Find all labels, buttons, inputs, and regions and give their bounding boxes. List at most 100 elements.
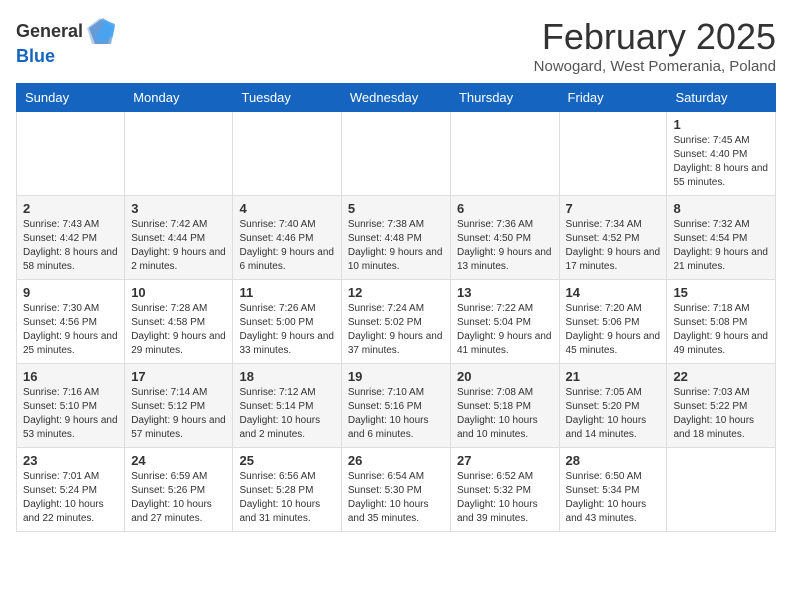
day-info: Sunrise: 7:38 AM Sunset: 4:48 PM Dayligh… <box>348 218 444 274</box>
calendar-table: SundayMondayTuesdayWednesdayThursdayFrid… <box>16 83 776 532</box>
calendar-cell: 27 Sunrise: 6:52 AM Sunset: 5:32 PM Dayli… <box>450 448 559 532</box>
day-info: Sunrise: 7:28 AM Sunset: 4:58 PM Dayligh… <box>131 302 226 358</box>
day-info: Sunrise: 6:52 AM Sunset: 5:32 PM Dayligh… <box>457 470 553 526</box>
col-header-saturday: Saturday <box>667 84 776 112</box>
calendar-cell: 20 Sunrise: 7:08 AM Sunset: 5:18 PM Dayli… <box>450 364 559 448</box>
calendar-cell: 21 Sunrise: 7:05 AM Sunset: 5:20 PM Dayli… <box>559 364 667 448</box>
col-header-tuesday: Tuesday <box>233 84 341 112</box>
day-number: 27 <box>457 453 553 468</box>
calendar-cell <box>233 112 341 196</box>
calendar-cell: 4 Sunrise: 7:40 AM Sunset: 4:46 PM Daylig… <box>233 196 341 280</box>
day-info: Sunrise: 7:43 AM Sunset: 4:42 PM Dayligh… <box>23 218 118 274</box>
day-info: Sunrise: 7:14 AM Sunset: 5:12 PM Dayligh… <box>131 386 226 442</box>
calendar-week-2: 9 Sunrise: 7:30 AM Sunset: 4:56 PM Daylig… <box>17 280 776 364</box>
day-number: 7 <box>566 201 661 216</box>
day-number: 18 <box>239 369 334 384</box>
day-number: 16 <box>23 369 118 384</box>
day-number: 13 <box>457 285 553 300</box>
day-number: 11 <box>239 285 334 300</box>
col-header-sunday: Sunday <box>17 84 125 112</box>
day-number: 24 <box>131 453 226 468</box>
day-number: 17 <box>131 369 226 384</box>
day-info: Sunrise: 7:24 AM Sunset: 5:02 PM Dayligh… <box>348 302 444 358</box>
calendar-cell: 3Sunrise: 7:42 AM Sunset: 4:44 PM Daylig… <box>125 196 233 280</box>
calendar-cell: 9 Sunrise: 7:30 AM Sunset: 4:56 PM Daylig… <box>17 280 125 364</box>
day-info: Sunrise: 6:54 AM Sunset: 5:30 PM Dayligh… <box>348 470 444 526</box>
logo: General Blue <box>16 16 115 67</box>
day-number: 3 <box>131 201 226 216</box>
calendar-cell: 26Sunrise: 6:54 AM Sunset: 5:30 PM Dayli… <box>341 448 450 532</box>
day-info: Sunrise: 7:12 AM Sunset: 5:14 PM Dayligh… <box>239 386 334 442</box>
day-number: 12 <box>348 285 444 300</box>
day-number: 25 <box>239 453 334 468</box>
col-header-wednesday: Wednesday <box>341 84 450 112</box>
day-number: 1 <box>673 117 769 132</box>
calendar-header-row: SundayMondayTuesdayWednesdayThursdayFrid… <box>17 84 776 112</box>
day-info: Sunrise: 7:08 AM Sunset: 5:18 PM Dayligh… <box>457 386 553 442</box>
day-number: 14 <box>566 285 661 300</box>
calendar-cell: 11 Sunrise: 7:26 AM Sunset: 5:00 PM Dayli… <box>233 280 341 364</box>
col-header-friday: Friday <box>559 84 667 112</box>
calendar-cell: 5 Sunrise: 7:38 AM Sunset: 4:48 PM Daylig… <box>341 196 450 280</box>
logo-text-blue: Blue <box>16 46 55 66</box>
day-number: 23 <box>23 453 118 468</box>
day-info: Sunrise: 6:59 AM Sunset: 5:26 PM Dayligh… <box>131 470 226 526</box>
day-info: Sunrise: 7:45 AM Sunset: 4:40 PM Dayligh… <box>673 134 769 190</box>
logo-text-general: General <box>16 21 83 42</box>
day-info: Sunrise: 7:40 AM Sunset: 4:46 PM Dayligh… <box>239 218 334 274</box>
calendar-cell: 18 Sunrise: 7:12 AM Sunset: 5:14 PM Dayli… <box>233 364 341 448</box>
day-info: Sunrise: 7:34 AM Sunset: 4:52 PM Dayligh… <box>566 218 661 274</box>
day-number: 20 <box>457 369 553 384</box>
calendar-cell: 14 Sunrise: 7:20 AM Sunset: 5:06 PM Dayli… <box>559 280 667 364</box>
calendar-cell: 17 Sunrise: 7:14 AM Sunset: 5:12 PM Dayli… <box>125 364 233 448</box>
day-number: 15 <box>673 285 769 300</box>
day-number: 28 <box>566 453 661 468</box>
day-number: 2 <box>23 201 118 216</box>
calendar-week-1: 2 Sunrise: 7:43 AM Sunset: 4:42 PM Daylig… <box>17 196 776 280</box>
day-info: Sunrise: 7:26 AM Sunset: 5:00 PM Dayligh… <box>239 302 334 358</box>
day-number: 5 <box>348 201 444 216</box>
calendar-cell: 8 Sunrise: 7:32 AM Sunset: 4:54 PM Daylig… <box>667 196 776 280</box>
calendar-title: February 2025 <box>534 16 776 58</box>
calendar-cell: 6Sunrise: 7:36 AM Sunset: 4:50 PM Daylig… <box>450 196 559 280</box>
calendar-week-4: 23Sunrise: 7:01 AM Sunset: 5:24 PM Dayli… <box>17 448 776 532</box>
day-info: Sunrise: 7:20 AM Sunset: 5:06 PM Dayligh… <box>566 302 661 358</box>
day-info: Sunrise: 6:50 AM Sunset: 5:34 PM Dayligh… <box>566 470 661 526</box>
logo-icon <box>85 16 115 46</box>
col-header-monday: Monday <box>125 84 233 112</box>
day-number: 19 <box>348 369 444 384</box>
calendar-cell: 22 Sunrise: 7:03 AM Sunset: 5:22 PM Dayli… <box>667 364 776 448</box>
day-number: 8 <box>673 201 769 216</box>
day-info: Sunrise: 7:22 AM Sunset: 5:04 PM Dayligh… <box>457 302 553 358</box>
calendar-cell: 28 Sunrise: 6:50 AM Sunset: 5:34 PM Dayli… <box>559 448 667 532</box>
col-header-thursday: Thursday <box>450 84 559 112</box>
calendar-cell: 24 Sunrise: 6:59 AM Sunset: 5:26 PM Dayli… <box>125 448 233 532</box>
calendar-week-0: 1 Sunrise: 7:45 AM Sunset: 4:40 PM Daylig… <box>17 112 776 196</box>
calendar-cell <box>559 112 667 196</box>
calendar-cell: 10 Sunrise: 7:28 AM Sunset: 4:58 PM Dayli… <box>125 280 233 364</box>
day-number: 22 <box>673 369 769 384</box>
day-number: 4 <box>239 201 334 216</box>
header: General Blue February 2025 Nowogard, Wes… <box>16 16 776 75</box>
day-info: Sunrise: 7:32 AM Sunset: 4:54 PM Dayligh… <box>673 218 769 274</box>
day-info: Sunrise: 7:36 AM Sunset: 4:50 PM Dayligh… <box>457 218 553 274</box>
day-info: Sunrise: 7:05 AM Sunset: 5:20 PM Dayligh… <box>566 386 661 442</box>
title-area: February 2025 Nowogard, West Pomerania, … <box>534 16 776 75</box>
calendar-cell <box>667 448 776 532</box>
day-info: Sunrise: 7:03 AM Sunset: 5:22 PM Dayligh… <box>673 386 769 442</box>
day-info: Sunrise: 7:18 AM Sunset: 5:08 PM Dayligh… <box>673 302 769 358</box>
calendar-cell: 19 Sunrise: 7:10 AM Sunset: 5:16 PM Dayli… <box>341 364 450 448</box>
day-info: Sunrise: 7:16 AM Sunset: 5:10 PM Dayligh… <box>23 386 118 442</box>
day-info: Sunrise: 6:56 AM Sunset: 5:28 PM Dayligh… <box>239 470 334 526</box>
calendar-cell: 16 Sunrise: 7:16 AM Sunset: 5:10 PM Dayli… <box>17 364 125 448</box>
calendar-cell: 1 Sunrise: 7:45 AM Sunset: 4:40 PM Daylig… <box>667 112 776 196</box>
day-number: 10 <box>131 285 226 300</box>
day-info: Sunrise: 7:30 AM Sunset: 4:56 PM Dayligh… <box>23 302 118 358</box>
calendar-cell: 23Sunrise: 7:01 AM Sunset: 5:24 PM Dayli… <box>17 448 125 532</box>
day-number: 21 <box>566 369 661 384</box>
calendar-cell: 2 Sunrise: 7:43 AM Sunset: 4:42 PM Daylig… <box>17 196 125 280</box>
day-number: 9 <box>23 285 118 300</box>
day-info: Sunrise: 7:10 AM Sunset: 5:16 PM Dayligh… <box>348 386 444 442</box>
calendar-week-3: 16 Sunrise: 7:16 AM Sunset: 5:10 PM Dayli… <box>17 364 776 448</box>
calendar-cell <box>125 112 233 196</box>
